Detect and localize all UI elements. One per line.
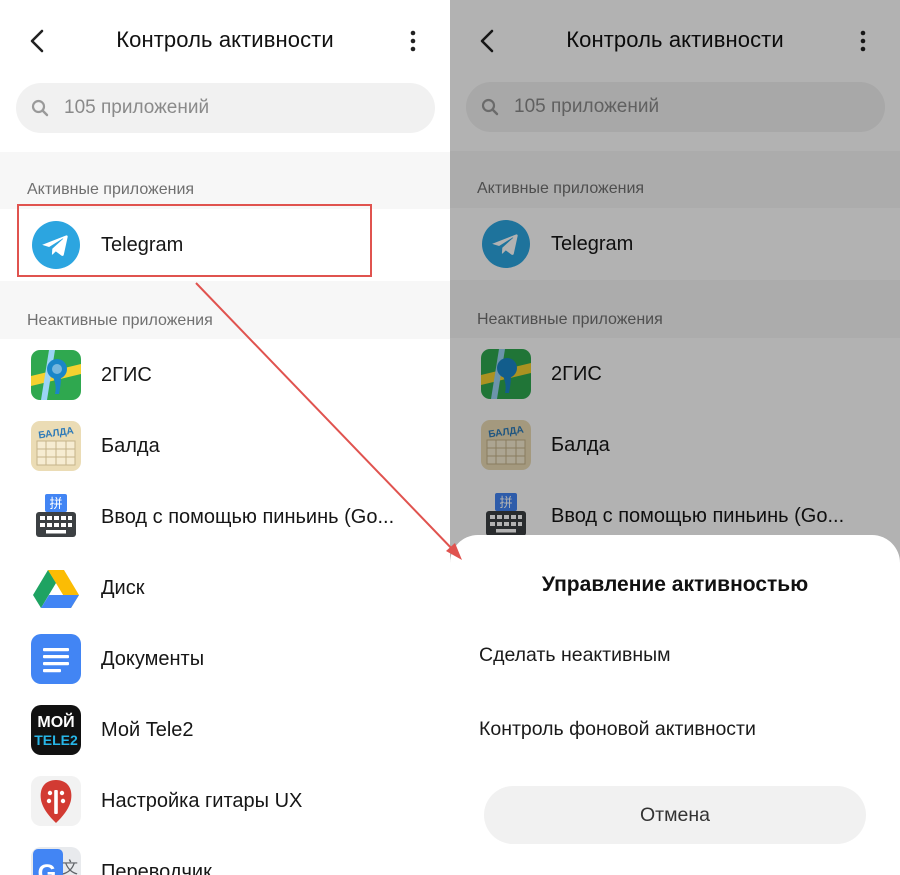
left-screen: Контроль активности 105 приложений Актив…	[0, 0, 450, 875]
search-icon	[30, 98, 50, 118]
balda-icon: БАЛДА	[31, 421, 81, 471]
page-title: Контроль активности	[116, 27, 334, 52]
section-label-inactive: Неактивные приложения	[27, 312, 213, 329]
highlight-box	[17, 204, 372, 277]
guitar-tuner-icon	[31, 776, 81, 826]
app-name: Ввод с помощью пиньинь (Go...	[101, 505, 395, 528]
app-name: Мой Tele2	[101, 718, 194, 741]
pinyin-keyboard-icon: 拼	[36, 494, 76, 537]
background-activity-option[interactable]: Контроль фоновой активности	[479, 718, 756, 741]
tele2-logo-line2: TELE2	[34, 732, 78, 748]
make-inactive-option[interactable]: Сделать неактивным	[479, 644, 671, 667]
activity-dialog: Управление активностью Сделать неактивны…	[450, 535, 900, 875]
cancel-button[interactable]: Отмена	[484, 786, 866, 844]
top-app-bar: Контроль активности	[0, 0, 450, 80]
app-row-pinyin[interactable]: 拼 Ввод с помощью пиньинь (Go...	[0, 481, 450, 553]
more-options-button[interactable]	[398, 26, 428, 56]
translate-char-glyph: 文	[62, 858, 78, 875]
app-name: 2ГИС	[101, 363, 152, 386]
app-name: Диск	[101, 576, 145, 599]
app-row-guitar-tuner[interactable]: Настройка гитары UX	[0, 765, 450, 837]
section-label-active: Активные приложения	[27, 181, 195, 198]
app-row-2gis[interactable]: 2ГИС	[0, 339, 450, 411]
app-row-tele2[interactable]: МОЙ TELE2 Мой Tele2	[0, 694, 450, 766]
section-header-inactive	[0, 281, 450, 339]
app-row-drive[interactable]: Диск	[0, 552, 450, 624]
app-row-balda[interactable]: БАЛДА Балда	[0, 410, 450, 482]
app-name: Документы	[101, 647, 205, 670]
pinyin-glyph: 拼	[49, 497, 62, 512]
more-vert-icon	[410, 30, 416, 52]
tele2-logo-line1: МОЙ	[37, 712, 74, 731]
drive-icon	[33, 570, 79, 608]
docs-icon	[31, 634, 81, 684]
tele2-icon: МОЙ TELE2	[31, 705, 81, 755]
app-name: Балда	[101, 434, 160, 457]
app-name: Настройка гитары UX	[101, 789, 303, 812]
search-placeholder: 105 приложений	[64, 97, 210, 118]
translate-g-glyph: G	[38, 860, 57, 875]
app-row-docs[interactable]: Документы	[0, 623, 450, 695]
app-row-translate[interactable]: G 文 Переводчик	[0, 836, 450, 875]
dialog-title: Управление активностью	[541, 573, 809, 596]
search-input[interactable]: 105 приложений	[16, 83, 435, 133]
app-name: Переводчик	[101, 860, 212, 875]
translate-icon: G 文	[31, 847, 81, 875]
2gis-icon	[31, 350, 81, 400]
